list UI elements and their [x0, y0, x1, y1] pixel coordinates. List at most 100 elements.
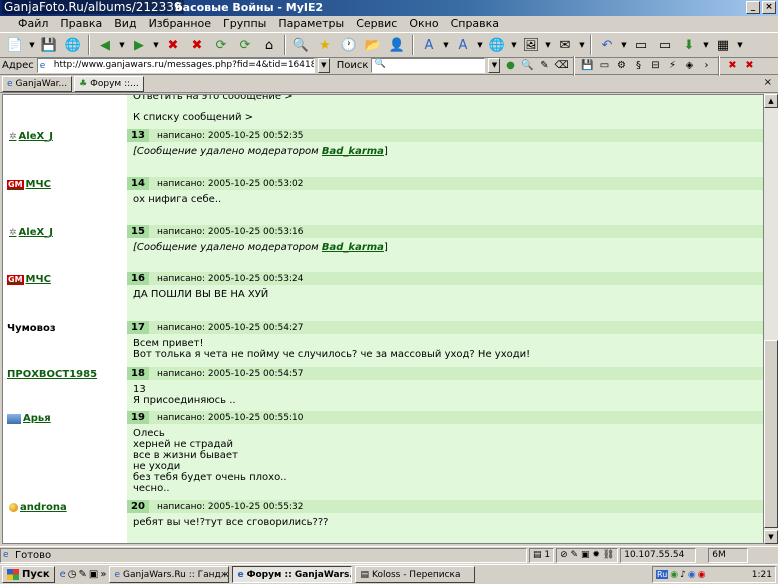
edit-icon[interactable]: ✎ — [571, 550, 579, 560]
moderator-link[interactable]: Bad_karma — [322, 146, 384, 157]
sun-icon[interactable]: ✹ — [592, 550, 600, 560]
close-tab-icon[interactable]: × — [764, 77, 772, 88]
favorites-star-icon[interactable]: ★ — [314, 34, 336, 56]
menu-file[interactable]: Файл — [12, 16, 54, 32]
vertical-scrollbar[interactable]: ▲ ▼ — [764, 94, 778, 544]
encoding-icon[interactable]: A — [452, 34, 474, 56]
back-icon[interactable]: ◀ — [94, 34, 116, 56]
image-toggle-icon[interactable]: 🖼 — [520, 34, 542, 56]
volume-icon[interactable]: ♪ — [680, 570, 686, 580]
clock-icon[interactable]: ◷ — [68, 569, 77, 580]
start-button[interactable]: Пуск — [2, 566, 55, 583]
link-icon[interactable]: ⛓ — [603, 550, 614, 560]
highlight-icon[interactable]: ✎ — [537, 59, 551, 73]
font-icon[interactable]: A — [418, 34, 440, 56]
dropdown-arrow-icon[interactable]: ▼ — [736, 41, 744, 49]
ie-icon[interactable]: e — [60, 569, 66, 580]
script-icon[interactable]: § — [631, 59, 645, 73]
dropdown-arrow-icon[interactable]: ▼ — [152, 41, 160, 49]
dropdown-arrow-icon[interactable]: ▼ — [578, 41, 586, 49]
author-link[interactable]: GM МЧС — [7, 179, 51, 190]
activex-icon[interactable]: ◈ — [682, 59, 696, 73]
menu-favorites[interactable]: Избранное — [143, 16, 217, 32]
new-page-icon[interactable]: 📄 — [4, 34, 26, 56]
author-link[interactable]: ПРОХВОСТ1985 — [7, 369, 97, 380]
tile-icon[interactable]: ▦ — [712, 34, 734, 56]
menu-options[interactable]: Параметры — [272, 16, 350, 32]
address-input[interactable]: e http://www.ganjawars.ru/messages.php?f… — [36, 58, 315, 73]
author-link[interactable]: androna — [9, 502, 67, 513]
close-button[interactable]: × — [762, 1, 776, 14]
stop-all-icon[interactable]: ✖ — [186, 34, 208, 56]
author-link[interactable]: GM МЧС — [7, 274, 51, 285]
scroll-up-arrow-icon[interactable]: ▲ — [764, 94, 778, 108]
menu-edit[interactable]: Правка — [54, 16, 108, 32]
author-link[interactable]: Чумовоз — [7, 323, 56, 334]
moderator-link[interactable]: Bad_karma — [322, 242, 384, 253]
forward-icon[interactable]: ▶ — [128, 34, 150, 56]
search-dropdown-button[interactable]: ▼ — [488, 58, 501, 73]
dropdown-arrow-icon[interactable]: ▼ — [28, 41, 36, 49]
popup-icon[interactable]: ⊟ — [648, 59, 662, 73]
search-engine-icon[interactable]: 🔍 — [520, 59, 534, 73]
dropdown-arrow-icon[interactable]: ▼ — [118, 41, 126, 49]
refresh-icon[interactable]: ⟳ — [210, 34, 232, 56]
task-forum[interactable]: e Форум :: GanjaWars.... — [232, 566, 353, 583]
home-icon[interactable]: ⌂ — [258, 34, 280, 56]
proxy-icon[interactable]: 🌐 — [486, 34, 508, 56]
task-koloss[interactable]: ▤ Koloss - Переписка — [355, 566, 476, 583]
menu-groups[interactable]: Группы — [217, 16, 272, 32]
network-icon[interactable]: ◉ — [670, 570, 678, 580]
menu-window[interactable]: Окно — [403, 16, 444, 32]
dropdown-arrow-icon[interactable]: ▼ — [442, 41, 450, 49]
minimize-button[interactable]: _ — [746, 1, 760, 14]
author-link[interactable]: ✲ AleX_J — [9, 131, 53, 142]
folder-icon[interactable]: 📂 — [362, 34, 384, 56]
stop-icon[interactable]: ✖ — [162, 34, 184, 56]
refresh-all-icon[interactable]: ⟳ — [234, 34, 256, 56]
close-tab-icon[interactable]: ✖ — [725, 59, 739, 73]
messenger-icon[interactable]: ◉ — [688, 570, 696, 580]
tab-ganjawars[interactable]: e GanjaWar... — [2, 76, 73, 92]
menu-tools[interactable]: Сервис — [350, 16, 403, 32]
app-icon[interactable]: ▣ — [89, 569, 98, 580]
save-page-icon[interactable]: 💾 — [580, 59, 594, 73]
user-icon[interactable]: 👤 — [386, 34, 408, 56]
save-icon[interactable]: 💾 — [38, 34, 60, 56]
undo-close-icon[interactable]: ↶ — [596, 34, 618, 56]
mail-icon[interactable]: ✉ — [554, 34, 576, 56]
notepad-icon[interactable]: ✎ — [79, 569, 87, 580]
security-icon[interactable]: ◉ — [698, 570, 706, 580]
close-all-tabs-icon[interactable]: ✖ — [742, 59, 756, 73]
reply-link[interactable]: Ответить на это сообщение > — [133, 95, 293, 102]
image-icon[interactable]: ▣ — [581, 550, 590, 560]
popup-blocker-icon[interactable]: ⊘ — [560, 550, 568, 560]
search-icon[interactable]: 🔍 — [290, 34, 312, 56]
globe-icon[interactable]: 🌐 — [62, 34, 84, 56]
menu-view[interactable]: Вид — [108, 16, 142, 32]
dropdown-arrow-icon[interactable]: ▼ — [544, 41, 552, 49]
dropdown-arrow-icon[interactable]: ▼ — [620, 41, 628, 49]
download-icon[interactable]: ⬇ — [678, 34, 700, 56]
go-icon[interactable]: ● — [503, 59, 517, 73]
more-icon[interactable]: » — [100, 569, 106, 580]
window-alt-icon[interactable]: ▭ — [654, 34, 676, 56]
address-dropdown-button[interactable]: ▼ — [317, 58, 330, 73]
filter-icon[interactable]: ⚡ — [665, 59, 679, 73]
settings-icon[interactable]: ⚙ — [614, 59, 628, 73]
author-link[interactable]: ✲ AleX_J — [9, 227, 53, 238]
task-ganjawars[interactable]: e GanjaWars.Ru :: Ганджуб... — [109, 566, 230, 583]
more-icon[interactable]: › — [699, 59, 713, 73]
dropdown-arrow-icon[interactable]: ▼ — [702, 41, 710, 49]
back-to-list-link[interactable]: К списку сообщений > — [133, 112, 253, 123]
dropdown-arrow-icon[interactable]: ▼ — [510, 41, 518, 49]
view-icon[interactable]: ▭ — [597, 59, 611, 73]
language-indicator[interactable]: Ru — [656, 570, 669, 579]
scrollbar-thumb[interactable] — [764, 340, 778, 528]
scroll-down-arrow-icon[interactable]: ▼ — [764, 530, 778, 544]
tab-forum[interactable]: ♣ Форум ::... — [74, 76, 144, 92]
menu-help[interactable]: Справка — [445, 16, 505, 32]
dropdown-arrow-icon[interactable]: ▼ — [476, 41, 484, 49]
author-link[interactable]: Арья — [7, 413, 51, 424]
history-icon[interactable]: 🕐 — [338, 34, 360, 56]
